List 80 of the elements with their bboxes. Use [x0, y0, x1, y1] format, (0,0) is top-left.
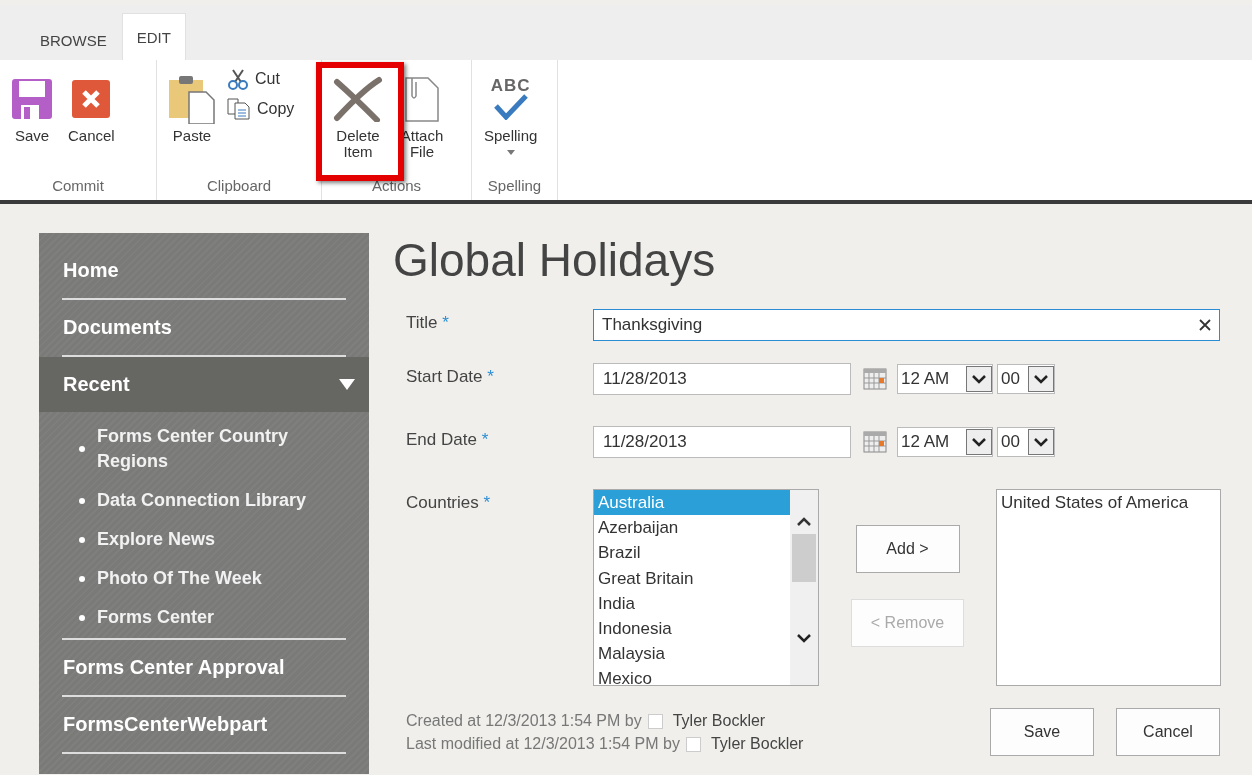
chevron-down-icon: [1033, 436, 1049, 448]
cut-button[interactable]: Cut: [227, 68, 295, 90]
bullet-icon: [79, 497, 85, 504]
nav-link[interactable]: Documents: [63, 316, 172, 339]
chevron-down-icon: [971, 373, 987, 385]
bullet-icon: [79, 536, 85, 543]
meta-text: Last modified at 12/3/2013 1:54 PM by: [406, 735, 680, 753]
save-button[interactable]: Save: [990, 708, 1094, 756]
ribbon-tab[interactable]: BROWSE: [25, 19, 122, 60]
bullet-icon: [79, 575, 85, 582]
nav-sublink[interactable]: Forms Center: [97, 605, 327, 630]
scroll-thumb[interactable]: [792, 534, 816, 582]
minute-dropdown[interactable]: 00: [997, 427, 1055, 457]
bullet-icon: [79, 446, 85, 452]
clipboard-icon: [169, 74, 215, 124]
group-label: Commit: [51, 177, 105, 196]
date-field[interactable]: 11/28/2013: [593, 363, 851, 395]
cancel-button[interactable]: Cancel: [1116, 708, 1220, 756]
chosen-list[interactable]: United States of America: [996, 489, 1221, 686]
user-presence-icon: [647, 713, 663, 729]
group-label: Actions: [370, 177, 423, 196]
add-button[interactable]: Add >: [855, 525, 960, 573]
author-link[interactable]: Tyler Bockler: [710, 735, 804, 753]
paste-button[interactable]: Paste: [165, 68, 219, 177]
nav-link[interactable]: Forms Center Approval: [63, 656, 285, 679]
nav-row-selected[interactable]: Recent: [39, 357, 369, 412]
field-label: Title *: [406, 312, 450, 334]
available-list[interactable]: Australia Azerbaijan Brazil Great Britain India Indonesia Malaysia Mexico: [593, 489, 819, 686]
page-title: Global Holidays: [393, 233, 717, 287]
copy-icon: [227, 98, 251, 120]
spelling-button[interactable]: ABC Spelling: [480, 68, 542, 177]
title-field[interactable]: Thanksgiving: [593, 309, 1220, 341]
nav-link[interactable]: Recent: [63, 373, 130, 396]
list-option[interactable]: Mexico: [594, 666, 790, 685]
group-label: Clipboard: [205, 177, 273, 196]
check-mark-icon: [492, 94, 529, 120]
list-option[interactable]: Brazil: [594, 540, 790, 566]
list-option[interactable]: Azerbaijan: [594, 515, 790, 541]
list-option[interactable]: Great Britain: [594, 565, 790, 591]
close-icon: [72, 80, 111, 118]
chevron-up-icon[interactable]: [796, 516, 812, 528]
chevron-down-icon: [1033, 373, 1049, 385]
nav-sublink[interactable]: Photo Of The Week: [97, 566, 327, 591]
hour-dropdown[interactable]: 12 AM: [897, 364, 993, 394]
group-label: Spelling: [486, 177, 543, 196]
field-label: End Date *: [406, 429, 490, 451]
list-option[interactable]: Malaysia: [594, 641, 790, 667]
calendar-icon[interactable]: [863, 368, 887, 390]
clear-icon[interactable]: [1199, 319, 1211, 331]
bullet-icon: [79, 614, 85, 621]
ribbon-tab[interactable]: EDIT: [121, 13, 186, 60]
cancel-button[interactable]: Cancel: [64, 68, 119, 177]
field-label: Countries *: [406, 492, 492, 514]
date-field[interactable]: 11/28/2013: [593, 426, 851, 458]
paperclip-page-icon: [404, 76, 440, 122]
hour-dropdown[interactable]: 12 AM: [897, 427, 993, 457]
expand-triangle-icon[interactable]: [339, 379, 355, 390]
x-mark-icon: [333, 76, 383, 122]
abc-label: ABC: [490, 78, 531, 94]
save-button[interactable]: Save: [8, 68, 56, 177]
nav-link[interactable]: Home: [63, 259, 119, 282]
list-option[interactable]: India: [594, 590, 790, 616]
list-option[interactable]: Indonesia: [594, 616, 790, 642]
field-label: Start Date *: [406, 366, 495, 388]
nav-sublink[interactable]: Explore News: [97, 527, 327, 552]
list-option[interactable]: United States of America: [997, 490, 1220, 516]
meta-text: Created at 12/3/2013 1:54 PM by: [406, 712, 642, 730]
chevron-down-icon: [971, 436, 987, 448]
nav-sublink[interactable]: Forms Center Country Regions: [97, 424, 327, 474]
minute-dropdown[interactable]: 00: [997, 364, 1055, 394]
nav-link[interactable]: FormsCenterWebpart: [63, 713, 268, 736]
calendar-icon[interactable]: [863, 431, 887, 453]
chevron-down-icon: [796, 632, 812, 644]
delete-button[interactable]: Delete Item: [330, 68, 386, 177]
user-presence-icon: [685, 736, 701, 752]
scrollbar[interactable]: [790, 490, 818, 685]
nav-sublink[interactable]: Data Connection Library: [97, 488, 327, 513]
copy-button[interactable]: Copy: [227, 98, 295, 120]
author-link[interactable]: Tyler Bockler: [672, 712, 766, 730]
scissors-icon: [227, 68, 249, 90]
